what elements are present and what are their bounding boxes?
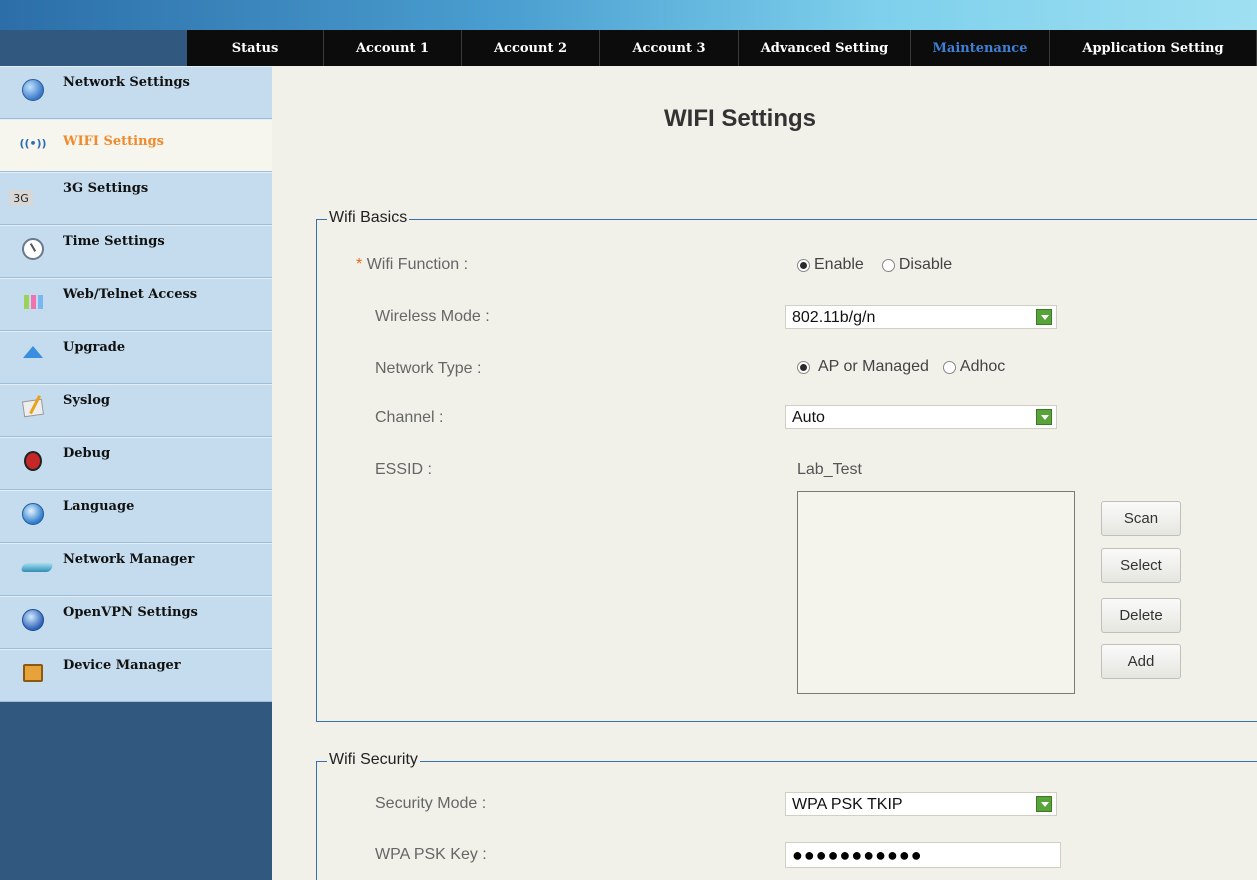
sidebar-item-label: Language [63, 499, 135, 514]
sidebar-item-label: Syslog [63, 393, 110, 408]
sidebar-item-label: Time Settings [63, 234, 165, 249]
sidebar-item-label: Web/Telnet Access [63, 287, 198, 302]
wifi-function-radios: Enable Disable [797, 256, 952, 274]
page-title: WIFI Settings [664, 105, 816, 132]
security-mode-value: WPA PSK TKIP [792, 796, 903, 813]
scan-button[interactable]: Scan [1101, 501, 1181, 536]
security-mode-label: Security Mode : [375, 795, 487, 812]
bug-icon [22, 450, 44, 472]
add-button[interactable]: Add [1101, 644, 1181, 679]
tab-account-1[interactable]: Account 1 [324, 30, 462, 66]
sidebar-item-openvpn-settings[interactable]: OpenVPN Settings [0, 596, 272, 649]
ap-managed-label: AP or Managed [818, 358, 929, 375]
sidebar-item-debug[interactable]: Debug [0, 437, 272, 490]
network-type-label: Network Type : [375, 360, 482, 377]
sidebar-item-3g-settings[interactable]: 3G 3G Settings [0, 172, 272, 225]
sidebar-item-time-settings[interactable]: Time Settings [0, 225, 272, 278]
essid-list[interactable] [797, 491, 1075, 694]
corner-block [0, 30, 187, 66]
notepad-icon [21, 397, 45, 419]
top-banner [0, 0, 1257, 30]
tab-account-3[interactable]: Account 3 [600, 30, 739, 66]
wpa-psk-key-input[interactable]: ●●●●●●●●●●● [785, 842, 1061, 868]
sidebar-item-label: OpenVPN Settings [63, 605, 198, 620]
security-mode-select[interactable]: WPA PSK TKIP [785, 792, 1057, 816]
adhoc-radio[interactable] [942, 360, 956, 374]
wifi-disable-label: Disable [898, 256, 953, 273]
wpa-psk-key-label: WPA PSK Key : [375, 846, 487, 863]
wifi-function-label-text: Wifi Function : [366, 256, 469, 273]
required-mark: * [356, 256, 363, 273]
channel-value: Auto [792, 409, 825, 426]
adhoc-label: Adhoc [959, 358, 1006, 375]
network-device-icon [12, 556, 54, 578]
sidebar-item-network-manager[interactable]: Network Manager [0, 543, 272, 596]
ap-managed-radio[interactable] [797, 360, 810, 374]
wireless-mode-value: 802.11b/g/n [792, 309, 876, 326]
sidebar-item-wifi-settings[interactable]: ((•)) WIFI Settings [0, 119, 272, 172]
web-access-icon [22, 291, 44, 313]
sidebar: Network Settings ((•)) WIFI Settings 3G … [0, 66, 272, 880]
wifi-function-label: * Wifi Function : [356, 256, 468, 274]
upgrade-arrow-icon [22, 344, 44, 366]
sidebar-item-label: Debug [63, 446, 111, 461]
wifi-icon: ((•)) [19, 136, 47, 150]
sidebar-item-label: 3G Settings [63, 181, 149, 196]
clock-icon [22, 238, 44, 260]
channel-label: Channel : [375, 409, 444, 426]
dropdown-arrow-icon [1036, 796, 1052, 812]
sidebar-item-upgrade[interactable]: Upgrade [0, 331, 272, 384]
sidebar-item-web-telnet-access[interactable]: Web/Telnet Access [0, 278, 272, 331]
sidebar-item-label: Upgrade [63, 340, 126, 355]
delete-button[interactable]: Delete [1101, 598, 1181, 633]
wifi-enable-label: Enable [814, 256, 864, 273]
dropdown-arrow-icon [1036, 309, 1052, 325]
vpn-globe-icon [22, 609, 44, 631]
essid-value: Lab_Test [797, 461, 862, 478]
wifi-basics-legend: Wifi Basics [327, 209, 410, 227]
dropdown-arrow-icon [1036, 409, 1052, 425]
wireless-mode-label: Wireless Mode : [375, 308, 490, 325]
tab-maintenance[interactable]: Maintenance [911, 30, 1050, 66]
select-button[interactable]: Select [1101, 548, 1181, 583]
tab-account-2[interactable]: Account 2 [462, 30, 600, 66]
globe-gear-icon [22, 79, 44, 101]
wifi-security-legend: Wifi Security [327, 751, 420, 769]
3g-icon: 3G [8, 187, 34, 209]
main-tabs: Status Account 1 Account 2 Account 3 Adv… [187, 30, 1257, 66]
wireless-mode-select[interactable]: 802.11b/g/n [785, 305, 1057, 329]
globe-icon [22, 503, 44, 525]
network-type-radios: AP or Managed Adhoc [797, 358, 1005, 376]
sidebar-item-syslog[interactable]: Syslog [0, 384, 272, 437]
sidebar-item-label: Device Manager [63, 658, 181, 673]
sidebar-item-language[interactable]: Language [0, 490, 272, 543]
sidebar-item-label: WIFI Settings [63, 134, 164, 149]
wifi-disable-radio[interactable] [881, 258, 895, 272]
sidebar-item-network-settings[interactable]: Network Settings [0, 66, 272, 119]
sidebar-item-label: Network Settings [63, 75, 190, 90]
wifi-enable-radio[interactable] [797, 258, 810, 272]
tab-application-setting[interactable]: Application Setting [1050, 30, 1257, 66]
briefcase-icon [22, 662, 44, 684]
sidebar-item-device-manager[interactable]: Device Manager [0, 649, 272, 702]
sidebar-item-label: Network Manager [63, 552, 195, 567]
tab-advanced-setting[interactable]: Advanced Setting [739, 30, 911, 66]
sidebar-menu: Network Settings ((•)) WIFI Settings 3G … [0, 66, 272, 702]
channel-select[interactable]: Auto [785, 405, 1057, 429]
essid-label: ESSID : [375, 461, 432, 478]
tab-status[interactable]: Status [187, 30, 324, 66]
